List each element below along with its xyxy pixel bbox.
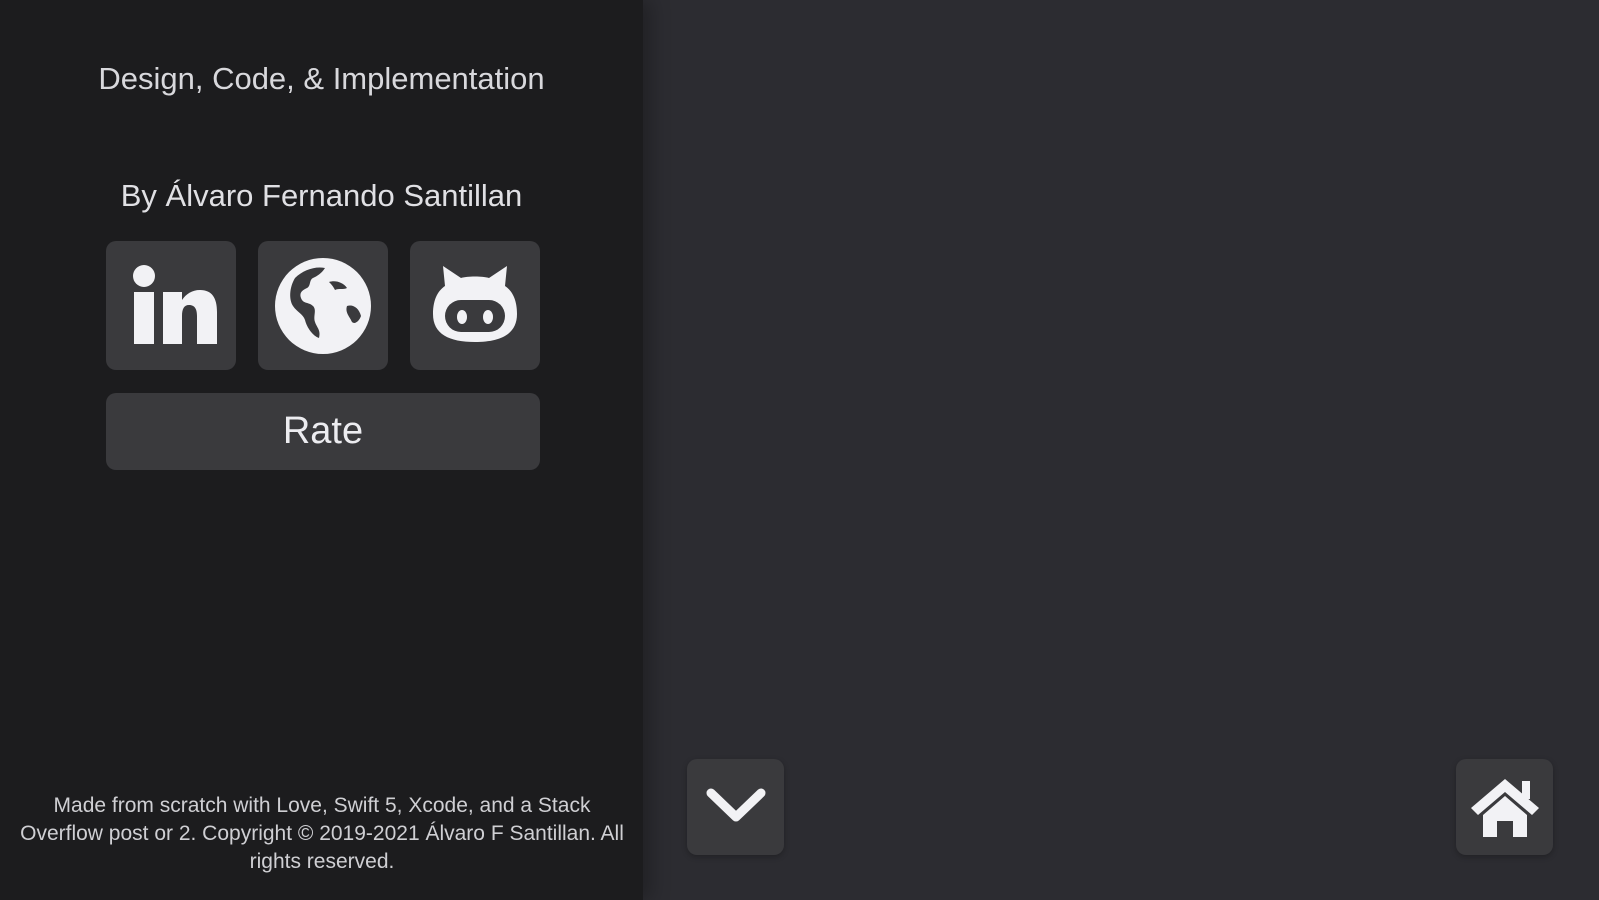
credits-title: Design, Code, & Implementation (98, 61, 545, 96)
credits-panel: Design, Code, & Implementation By Álvaro… (0, 0, 643, 900)
globe-icon (275, 257, 371, 354)
linkedin-icon (133, 264, 217, 344)
author-name: By Álvaro Fernando Santillan (120, 178, 523, 213)
copyright-note: Made from scratch with Love, Swift 5, Xc… (20, 794, 624, 873)
linkedin-button[interactable] (106, 241, 236, 370)
rate-button[interactable]: Rate (106, 393, 540, 470)
app-screen: Design, Code, & Implementation By Álvaro… (0, 0, 1599, 900)
home-button[interactable] (1456, 759, 1553, 855)
chevron-down-icon (706, 788, 765, 822)
home-icon (1470, 779, 1539, 837)
github-button[interactable] (410, 241, 540, 370)
website-button[interactable] (258, 241, 388, 370)
github-icon (433, 265, 517, 342)
collapse-button[interactable] (687, 759, 784, 855)
